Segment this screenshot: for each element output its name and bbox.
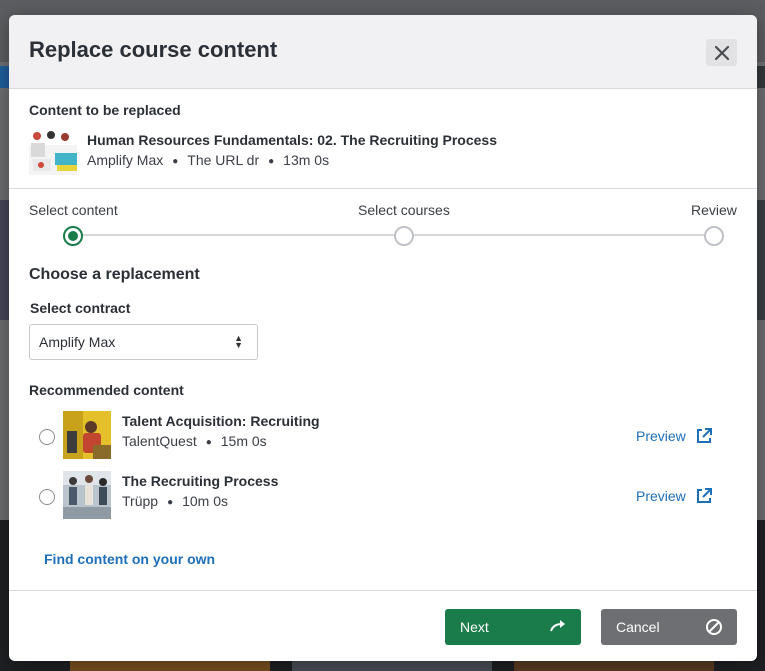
cancel-icon: [706, 619, 722, 635]
next-button-label: Next: [460, 619, 489, 635]
recommended-content-label: Recommended content: [29, 382, 184, 398]
recommended-provider-1: TalentQuest: [122, 433, 197, 449]
close-icon: [714, 45, 729, 60]
step-indicator-select-content: [63, 226, 83, 246]
select-contract-label: Select contract: [30, 300, 131, 316]
meta-separator: ●: [205, 437, 212, 448]
modal-header: Replace course content: [9, 15, 757, 89]
cancel-button-label: Cancel: [616, 619, 660, 635]
select-arrows-icon: ▲ ▼: [234, 333, 243, 350]
recommended-meta-1: TalentQuest ● 15m 0s: [122, 433, 267, 449]
meta-separator: ●: [167, 497, 174, 508]
step-label-select-content: Select content: [29, 202, 118, 218]
content-to-replace-label: Content to be replaced: [29, 102, 181, 118]
modal-title: Replace course content: [29, 37, 278, 62]
replace-content-modal: Replace course content Content to be rep…: [9, 15, 757, 661]
arrow-right-icon: [550, 620, 565, 632]
close-button[interactable]: [706, 39, 737, 66]
contract-select-value: Amplify Max: [39, 334, 116, 350]
course-thumbnail-image: [29, 129, 77, 175]
recommended-duration-2: 10m 0s: [182, 493, 229, 509]
choose-replacement-heading: Choose a replacement: [29, 266, 200, 283]
stepper-track: [72, 234, 712, 236]
recommended-provider-2: Trüpp: [122, 493, 159, 509]
meta-separator: ●: [172, 156, 179, 167]
preview-link-2[interactable]: Preview: [636, 488, 686, 504]
meta-separator: ●: [268, 156, 275, 167]
recommended-title-1: Talent Acquisition: Recruiting: [122, 413, 320, 429]
footer-divider: [9, 590, 757, 591]
current-course-detail: The URL dr: [187, 152, 260, 168]
recommended-duration-1: 15m 0s: [220, 433, 267, 449]
next-button[interactable]: Next: [445, 609, 581, 645]
current-course-provider: Amplify Max: [87, 152, 164, 168]
recommended-radio-1[interactable]: [39, 429, 55, 445]
step-indicator-select-courses: [394, 226, 414, 246]
recommended-thumbnail-image-1: [63, 411, 111, 459]
cancel-button[interactable]: Cancel: [601, 609, 737, 645]
find-content-link[interactable]: Find content on your own: [44, 551, 215, 567]
preview-link-1[interactable]: Preview: [636, 428, 686, 444]
step-label-select-courses: Select courses: [358, 202, 450, 218]
recommended-thumbnail-2: [63, 471, 111, 519]
contract-select[interactable]: Amplify Max ▲ ▼: [29, 324, 258, 360]
external-link-icon[interactable]: [695, 427, 713, 445]
step-indicator-review: [704, 226, 724, 246]
recommended-meta-2: Trüpp ● 10m 0s: [122, 493, 228, 509]
recommended-radio-2[interactable]: [39, 489, 55, 505]
current-course-duration: 13m 0s: [283, 152, 330, 168]
recommended-thumbnail-1: [63, 411, 111, 459]
current-course-title: Human Resources Fundamentals: 02. The Re…: [87, 132, 498, 148]
section-divider: [9, 188, 757, 189]
external-link-icon[interactable]: [695, 487, 713, 505]
recommended-thumbnail-image-2: [63, 471, 111, 519]
course-thumbnail: [29, 129, 77, 175]
current-course-meta: Amplify Max ● The URL dr ● 13m 0s: [87, 152, 329, 168]
recommended-title-2: The Recruiting Process: [122, 473, 279, 489]
step-label-review: Review: [691, 202, 737, 218]
